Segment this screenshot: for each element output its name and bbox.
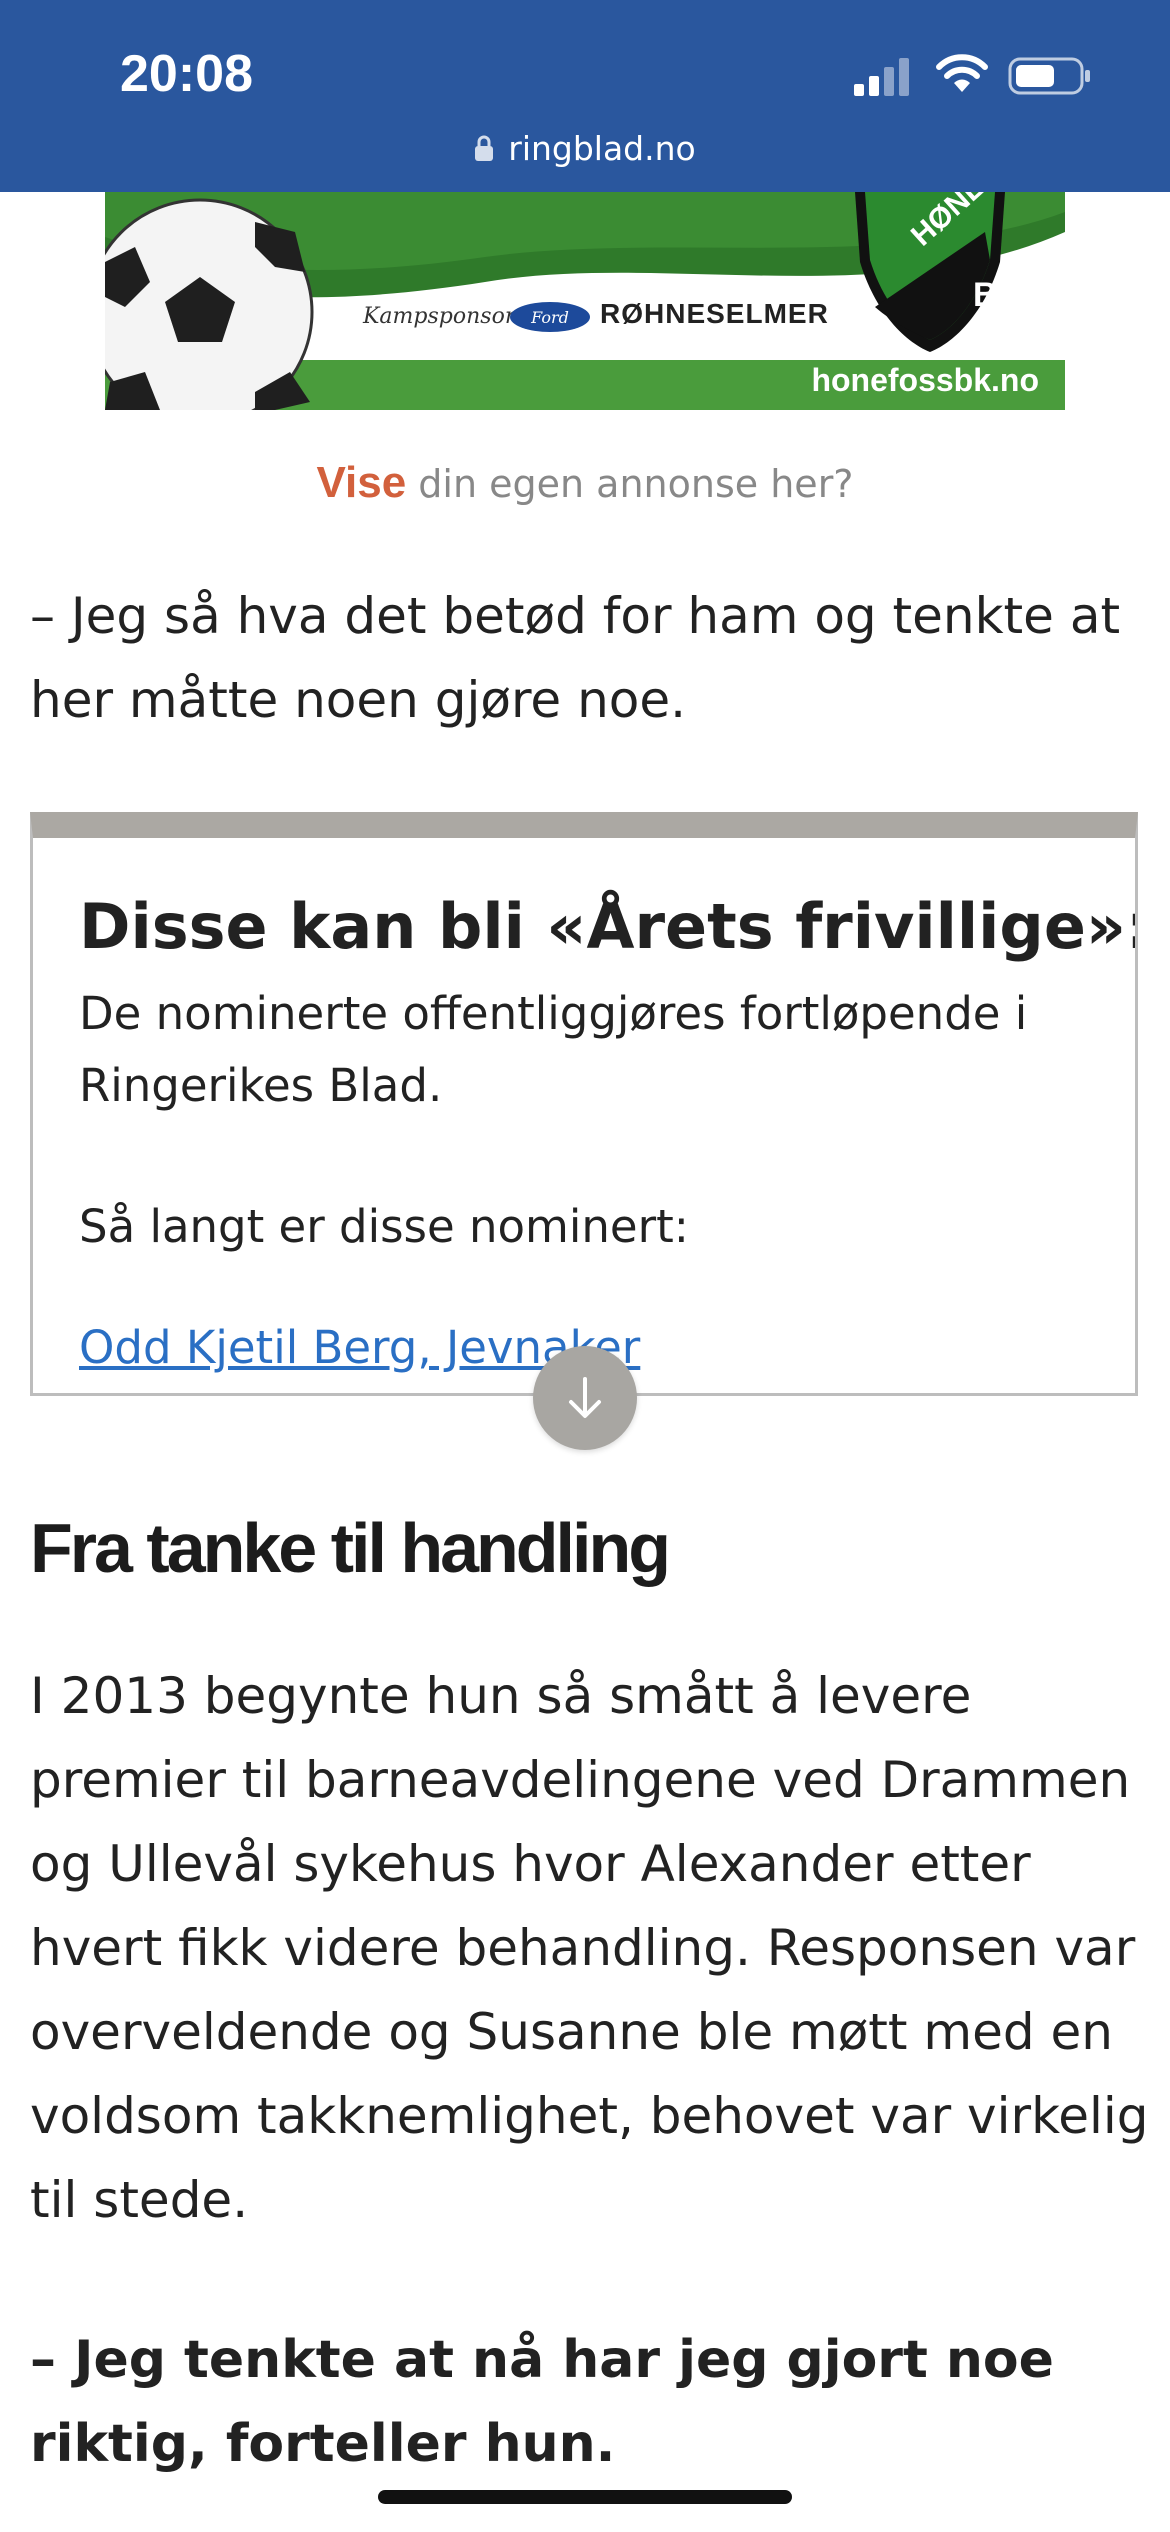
club-abbrev: BK [973,276,1023,314]
expand-fact-box-button[interactable] [533,1346,637,1450]
article-quote: – Jeg så hva det betød for ham og tenkte… [30,587,1121,729]
fact-box-title: Disse kan bli «Årets frivillige»: [79,890,1138,963]
wifi-icon [936,54,988,92]
browser-top-bar: 20:08 ringblad.no [0,0,1170,192]
arrow-down-icon [569,1377,601,1418]
url-bar[interactable]: ringblad.no [0,122,1170,174]
ad-note-highlight: Vise [316,458,407,507]
battery-icon [1008,57,1090,95]
ad-note-text: din egen annonse her? [406,462,854,506]
ad-brand: RØHNESELMER [600,298,829,329]
club-name: HØNEFOSS [905,192,1053,253]
section-heading: Fra tanke til handling [30,1509,671,1587]
signal-icon [854,58,909,96]
status-time: 20:08 [120,45,253,103]
ad-sponsor-label: Kampsponsor: [363,304,523,329]
fact-box-text: De nominerte offentliggjøres fortløpende… [79,987,1028,1112]
ad-note-link[interactable]: Vise din egen annonse her? [0,458,1170,508]
fact-box: Disse kan bli «Årets frivillige»: De nom… [30,812,1138,1396]
article-paragraph: I 2013 begynte hun så smått å levere pre… [30,1667,1149,2229]
ad-domain: honefossbk.no [811,362,1039,398]
lock-icon [475,135,494,161]
article-bold-quote: – Jeg tenkte at nå har jeg gjort noe rik… [30,2330,1054,2474]
club-text: HØNEFOSS BK [875,192,1065,342]
url-text: ringblad.no [508,128,696,168]
ford-logo: Ford [510,302,590,332]
home-indicator[interactable] [378,2490,792,2504]
fact-box-subtext: Så langt er disse nominert: [79,1200,689,1253]
ad-banner[interactable]: HØNEFOSS BK Kampsponsor: Ford RØHNESELME… [105,192,1065,410]
soccer-ball-icon [105,198,314,410]
